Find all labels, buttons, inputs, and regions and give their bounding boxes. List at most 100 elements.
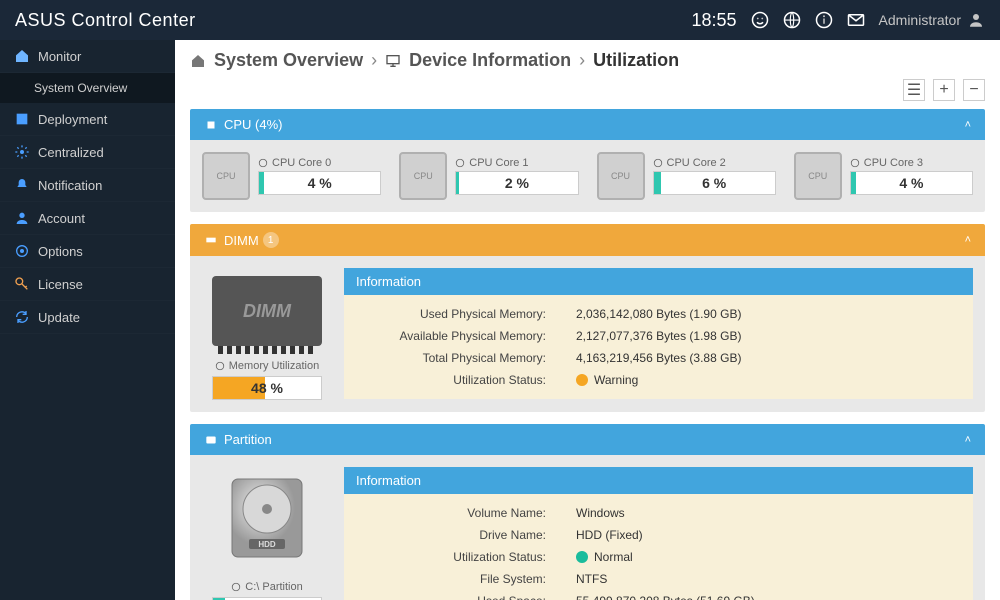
cpu-core-label: CPU Core 1 [455, 157, 578, 169]
cpu-panel-header[interactable]: CPU (4%) ˄ [190, 109, 985, 140]
status-dot [576, 551, 588, 563]
sidebar-item-centralized[interactable]: Centralized [0, 136, 175, 169]
info-row: Total Physical Memory:4,163,219,456 Byte… [356, 347, 961, 369]
partition-panel-header[interactable]: Partition ˄ [190, 424, 985, 455]
key-icon [14, 276, 30, 292]
app-title: ASUS Control Center [15, 10, 196, 31]
info-row: Utilization Status:Normal [356, 546, 961, 568]
gear-icon [14, 144, 30, 160]
info-row: Drive Name:HDD (Fixed) [356, 524, 961, 546]
cpu-core-bar: 4 % [258, 171, 381, 195]
gear-icon [258, 158, 268, 168]
sidebar-label: Options [38, 244, 83, 259]
list-view-button[interactable]: ☰ [903, 79, 925, 101]
gear-icon [231, 582, 241, 592]
gear-icon [850, 158, 860, 168]
info-label: Total Physical Memory: [356, 351, 546, 365]
user-menu[interactable]: Administrator [879, 11, 985, 29]
sidebar-label: Deployment [38, 112, 107, 127]
info-icon[interactable] [815, 11, 833, 29]
cpu-chip-icon: CPU [399, 152, 447, 200]
dimm-title: DIMM [224, 233, 259, 248]
sidebar-item-update[interactable]: Update [0, 301, 175, 334]
info-label: Volume Name: [356, 506, 546, 520]
partition-label: C:\ Partition [231, 581, 302, 593]
memory-util-bar: 48 % [212, 376, 322, 400]
cpu-core-pct: 4 % [259, 175, 380, 191]
info-label: Drive Name: [356, 528, 546, 542]
chevron-right-icon: › [371, 50, 377, 71]
user-icon [14, 210, 30, 226]
sidebar-label: Update [38, 310, 80, 325]
crumb-utilization: Utilization [593, 50, 679, 71]
info-label: Utilization Status: [356, 373, 546, 387]
gear-icon [653, 158, 663, 168]
sidebar-item-monitor[interactable]: Monitor [0, 40, 175, 73]
info-label: Used Space: [356, 594, 546, 600]
chevron-up-icon: ˄ [965, 434, 971, 446]
sidebar-item-system-overview[interactable]: System Overview [0, 73, 175, 103]
panel-toolbar: ☰ + − [190, 79, 985, 101]
cpu-chip-icon: CPU [202, 152, 250, 200]
cpu-core-pct: 2 % [456, 175, 577, 191]
globe-icon[interactable] [783, 11, 801, 29]
gear-icon [455, 158, 465, 168]
info-row: File System:NTFS [356, 568, 961, 590]
deploy-icon [14, 111, 30, 127]
refresh-icon [14, 309, 30, 325]
dimm-panel: DIMM 1 ˄ DIMM Memory Utilization 48 % [190, 224, 985, 412]
chevron-up-icon: ˄ [965, 234, 971, 246]
sidebar-item-deployment[interactable]: Deployment [0, 103, 175, 136]
home-icon[interactable] [190, 53, 206, 69]
info-value: 2,036,142,080 Bytes (1.90 GB) [546, 307, 961, 321]
cpu-core-bar: 6 % [653, 171, 776, 195]
info-value: Windows [546, 506, 961, 520]
disk-icon [204, 433, 218, 447]
sidebar-item-license[interactable]: License [0, 268, 175, 301]
dimm-chip-image: DIMM [212, 276, 322, 346]
dimm-panel-header[interactable]: DIMM 1 ˄ [190, 224, 985, 256]
gear-icon [14, 243, 30, 259]
sidebar-item-notification[interactable]: Notification [0, 169, 175, 202]
partition-panel: Partition ˄ HDD [190, 424, 985, 600]
cpu-core-label: CPU Core 3 [850, 157, 973, 169]
main-content: System Overview › Device Information › U… [175, 40, 1000, 600]
info-row: Used Space:55,499,870,208 Bytes (51.69 G… [356, 590, 961, 600]
crumb-system-overview[interactable]: System Overview [214, 50, 363, 71]
cpu-core-2: CPU CPU Core 2 6 % [597, 152, 776, 200]
partition-info-header: Information [344, 467, 973, 494]
sidebar-label: System Overview [34, 81, 127, 95]
monitor-icon [385, 53, 401, 69]
partition-title: Partition [224, 432, 272, 447]
cpu-core-pct: 6 % [654, 175, 775, 191]
info-label: Utilization Status: [356, 550, 546, 564]
chevron-right-icon: › [579, 50, 585, 71]
cpu-chip-icon: CPU [597, 152, 645, 200]
svg-text:HDD: HDD [258, 540, 276, 549]
hdd-image: HDD [217, 467, 317, 567]
sidebar-item-account[interactable]: Account [0, 202, 175, 235]
info-value: 55,499,870,208 Bytes (51.69 GB) [546, 594, 961, 600]
smile-icon[interactable] [751, 11, 769, 29]
cpu-title: CPU (4%) [224, 117, 283, 132]
bell-icon [14, 177, 30, 193]
info-label: Available Physical Memory: [356, 329, 546, 343]
cpu-core-label: CPU Core 2 [653, 157, 776, 169]
cpu-core-pct: 4 % [851, 175, 972, 191]
cpu-chip-icon: CPU [794, 152, 842, 200]
mail-icon[interactable] [847, 11, 865, 29]
dimm-badge: 1 [263, 232, 279, 248]
cpu-core-bar: 2 % [455, 171, 578, 195]
cpu-core-1: CPU CPU Core 1 2 % [399, 152, 578, 200]
sidebar-item-options[interactable]: Options [0, 235, 175, 268]
clock: 18:55 [691, 10, 736, 31]
collapse-all-button[interactable]: − [963, 79, 985, 101]
cpu-panel: CPU (4%) ˄ CPU CPU Core 0 4 % CPU CPU Co… [190, 109, 985, 212]
app-header: ASUS Control Center 18:55 Administrator [0, 0, 1000, 40]
info-value: 4,163,219,456 Bytes (3.88 GB) [546, 351, 961, 365]
crumb-device-info[interactable]: Device Information [409, 50, 571, 71]
info-label: Used Physical Memory: [356, 307, 546, 321]
memory-util-label: Memory Utilization [215, 360, 319, 372]
info-row: Available Physical Memory:2,127,077,376 … [356, 325, 961, 347]
expand-all-button[interactable]: + [933, 79, 955, 101]
